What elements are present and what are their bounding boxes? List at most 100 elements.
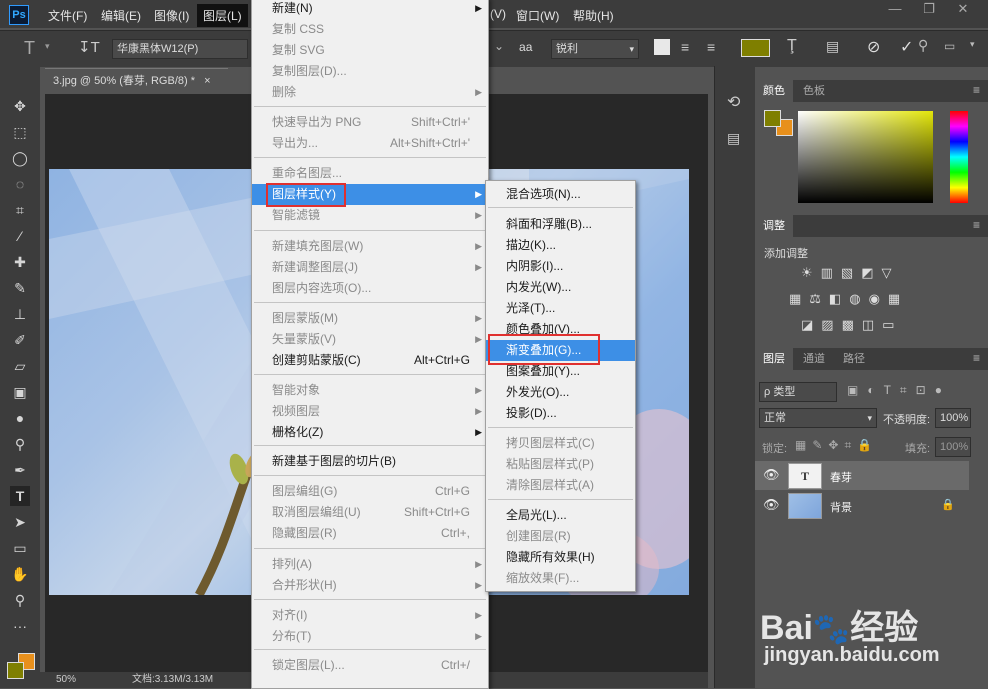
- layer-menu-item[interactable]: 创建剪贴蒙版(C) Alt+Ctrl+G: [252, 350, 488, 371]
- layer-filter-select[interactable]: ρ 类型: [759, 382, 837, 402]
- zoom-tool-icon[interactable]: ⚲: [10, 590, 30, 610]
- tab-color[interactable]: 颜色: [755, 80, 793, 102]
- character-panel-icon[interactable]: ▤: [727, 130, 740, 147]
- layer-style-menu-item[interactable]: 描边(K)...: [486, 235, 635, 256]
- layer-style-menu-item[interactable]: 内阴影(I)...: [486, 256, 635, 277]
- more-tools-icon[interactable]: ···: [10, 616, 30, 636]
- layer-style-menu-item[interactable]: 隐藏所有效果(H): [486, 547, 635, 568]
- layer-menu-item[interactable]: 新建(N) ▶: [252, 0, 488, 19]
- document-tab-title: 3.jpg @ 50% (春芽, RGB/8) *: [53, 75, 195, 87]
- quick-select-tool-icon[interactable]: ◌: [10, 174, 30, 194]
- tab-swatches[interactable]: 色板: [795, 80, 833, 102]
- type-tool-icon[interactable]: T: [24, 38, 35, 59]
- layer-row[interactable]: 👁 背景 🔒: [755, 491, 969, 520]
- layer-style-menu-item[interactable]: 光泽(T)...: [486, 298, 635, 319]
- align-center-icon[interactable]: ≡: [681, 39, 689, 55]
- lock-icons[interactable]: ▦✎✥⌗🔒: [795, 438, 878, 453]
- stamp-tool-icon[interactable]: ⊥: [10, 304, 30, 324]
- history-panel-icon[interactable]: ⟲: [727, 92, 740, 112]
- rectangle-tool-icon[interactable]: ▭: [10, 538, 30, 558]
- color-picker-field[interactable]: [798, 111, 933, 203]
- menu-view[interactable]: (V): [490, 7, 506, 21]
- menu-layer[interactable]: 图层(L): [197, 4, 248, 27]
- character-panel-icon[interactable]: ▤: [826, 38, 839, 55]
- blur-tool-icon[interactable]: ●: [10, 408, 30, 428]
- menu-image[interactable]: 图像(I): [154, 7, 189, 24]
- menu-window[interactable]: 窗口(W): [516, 7, 559, 24]
- antialias-select[interactable]: 锐利 ▾: [551, 39, 639, 59]
- brush-tool-icon[interactable]: ✎: [10, 278, 30, 298]
- layer-style-menu-item[interactable]: 投影(D)...: [486, 403, 635, 424]
- orientation-toggle-icon[interactable]: ↧T: [78, 38, 100, 56]
- eye-visibility-icon[interactable]: 👁: [763, 467, 780, 483]
- chevron-down-icon[interactable]: ⌄: [494, 39, 504, 53]
- layer-style-menu-item[interactable]: 斜面和浮雕(B)...: [486, 214, 635, 235]
- layer-style-menu-item[interactable]: 内发光(W)...: [486, 277, 635, 298]
- opacity-input[interactable]: 100%: [935, 408, 971, 428]
- workspace-icon[interactable]: ▭: [944, 39, 955, 53]
- lock-label: 锁定:: [762, 443, 788, 455]
- close-window-button[interactable]: ✕: [948, 0, 978, 18]
- layer-row[interactable]: 👁 T 春芽: [755, 461, 969, 490]
- filter-icons[interactable]: ▣◐T⌗⊡●: [847, 383, 951, 398]
- menu-edit[interactable]: 编辑(E): [101, 7, 141, 24]
- chevron-down-icon[interactable]: ▾: [45, 41, 50, 52]
- adjustment-icons-row3[interactable]: ◪▨▩◫▭: [801, 317, 902, 333]
- move-tool-icon[interactable]: ✥: [10, 96, 30, 116]
- eraser-tool-icon[interactable]: ▱: [10, 356, 30, 376]
- menu-help[interactable]: 帮助(H): [573, 7, 614, 24]
- commit-icon[interactable]: ✓: [900, 37, 913, 57]
- gradient-tool-icon[interactable]: ▣: [10, 382, 30, 402]
- maximize-button[interactable]: ❐: [914, 0, 944, 18]
- history-brush-tool-icon[interactable]: ✐: [10, 330, 30, 350]
- adjustment-icons-row1[interactable]: ☀▥▧◩▽: [801, 265, 900, 281]
- layer-menu-item[interactable]: 新建基于图层的切片(B): [252, 451, 488, 472]
- hand-tool-icon[interactable]: ✋: [10, 564, 30, 584]
- marquee-tool-icon[interactable]: ⬚: [10, 122, 30, 142]
- dodge-tool-icon[interactable]: ⚲: [10, 434, 30, 454]
- lasso-tool-icon[interactable]: ◯: [10, 148, 30, 168]
- tab-channels[interactable]: 通道: [795, 348, 833, 370]
- layer-style-menu-item[interactable]: 外发光(O)...: [486, 382, 635, 403]
- hue-slider[interactable]: [950, 111, 968, 203]
- layer-style-menu-item[interactable]: 全局光(L)...: [486, 505, 635, 526]
- font-family-select[interactable]: 华康黑体W12(P): [112, 39, 248, 59]
- tab-adjustments[interactable]: 调整: [755, 215, 793, 237]
- adjustment-icons-row2[interactable]: ▦⚖◧◍◉▦: [789, 291, 908, 307]
- close-tab-icon[interactable]: ×: [204, 75, 210, 87]
- blend-mode-select[interactable]: 正常 ▾: [759, 408, 877, 428]
- eye-visibility-icon[interactable]: 👁: [763, 497, 780, 513]
- layer-menu-item[interactable]: 栅格化(Z) ▶: [252, 422, 488, 443]
- tab-layers[interactable]: 图层: [755, 348, 793, 370]
- eyedropper-tool-icon[interactable]: ⁄: [10, 226, 30, 246]
- path-select-tool-icon[interactable]: ➤: [10, 512, 30, 532]
- document-tab[interactable]: 3.jpg @ 50% (春芽, RGB/8) * ×: [45, 68, 228, 93]
- panel-menu-icon[interactable]: ≡: [973, 83, 980, 97]
- type-tool-icon[interactable]: T: [10, 486, 30, 506]
- pen-tool-icon[interactable]: ✒: [10, 460, 30, 480]
- layer-menu-item: 隐藏图层(R) Ctrl+,: [252, 523, 488, 544]
- tab-paths[interactable]: 路径: [835, 348, 873, 370]
- zoom-level[interactable]: 50%: [56, 672, 76, 688]
- color-foreground-swatch[interactable]: [764, 110, 781, 127]
- foreground-color-swatch[interactable]: [7, 662, 24, 679]
- healing-tool-icon[interactable]: ✚: [10, 252, 30, 272]
- chevron-down-icon[interactable]: ▾: [970, 39, 975, 50]
- panel-menu-icon[interactable]: ≡: [973, 351, 980, 365]
- layer-name[interactable]: 背景: [830, 499, 852, 515]
- layer-style-menu-item[interactable]: 混合选项(N)...: [486, 184, 635, 205]
- panel-menu-icon[interactable]: ≡: [973, 218, 980, 232]
- submenu-arrow-icon: ▶: [475, 610, 482, 620]
- minimize-button[interactable]: —: [880, 0, 910, 18]
- text-color-swatch[interactable]: [741, 39, 770, 57]
- menu-file[interactable]: 文件(F): [48, 7, 87, 24]
- search-icon[interactable]: ⚲: [918, 37, 928, 54]
- crop-tool-icon[interactable]: ⌗: [10, 200, 30, 220]
- menu-item-label: 创建剪贴蒙版(C): [272, 353, 361, 367]
- layer-name[interactable]: 春芽: [830, 469, 852, 485]
- warp-text-icon[interactable]: Ţ: [787, 37, 797, 55]
- align-right-icon[interactable]: ≡: [707, 39, 715, 55]
- fill-input[interactable]: 100%: [935, 437, 971, 457]
- align-left-button[interactable]: [654, 39, 670, 55]
- cancel-icon[interactable]: ⊘: [867, 37, 880, 57]
